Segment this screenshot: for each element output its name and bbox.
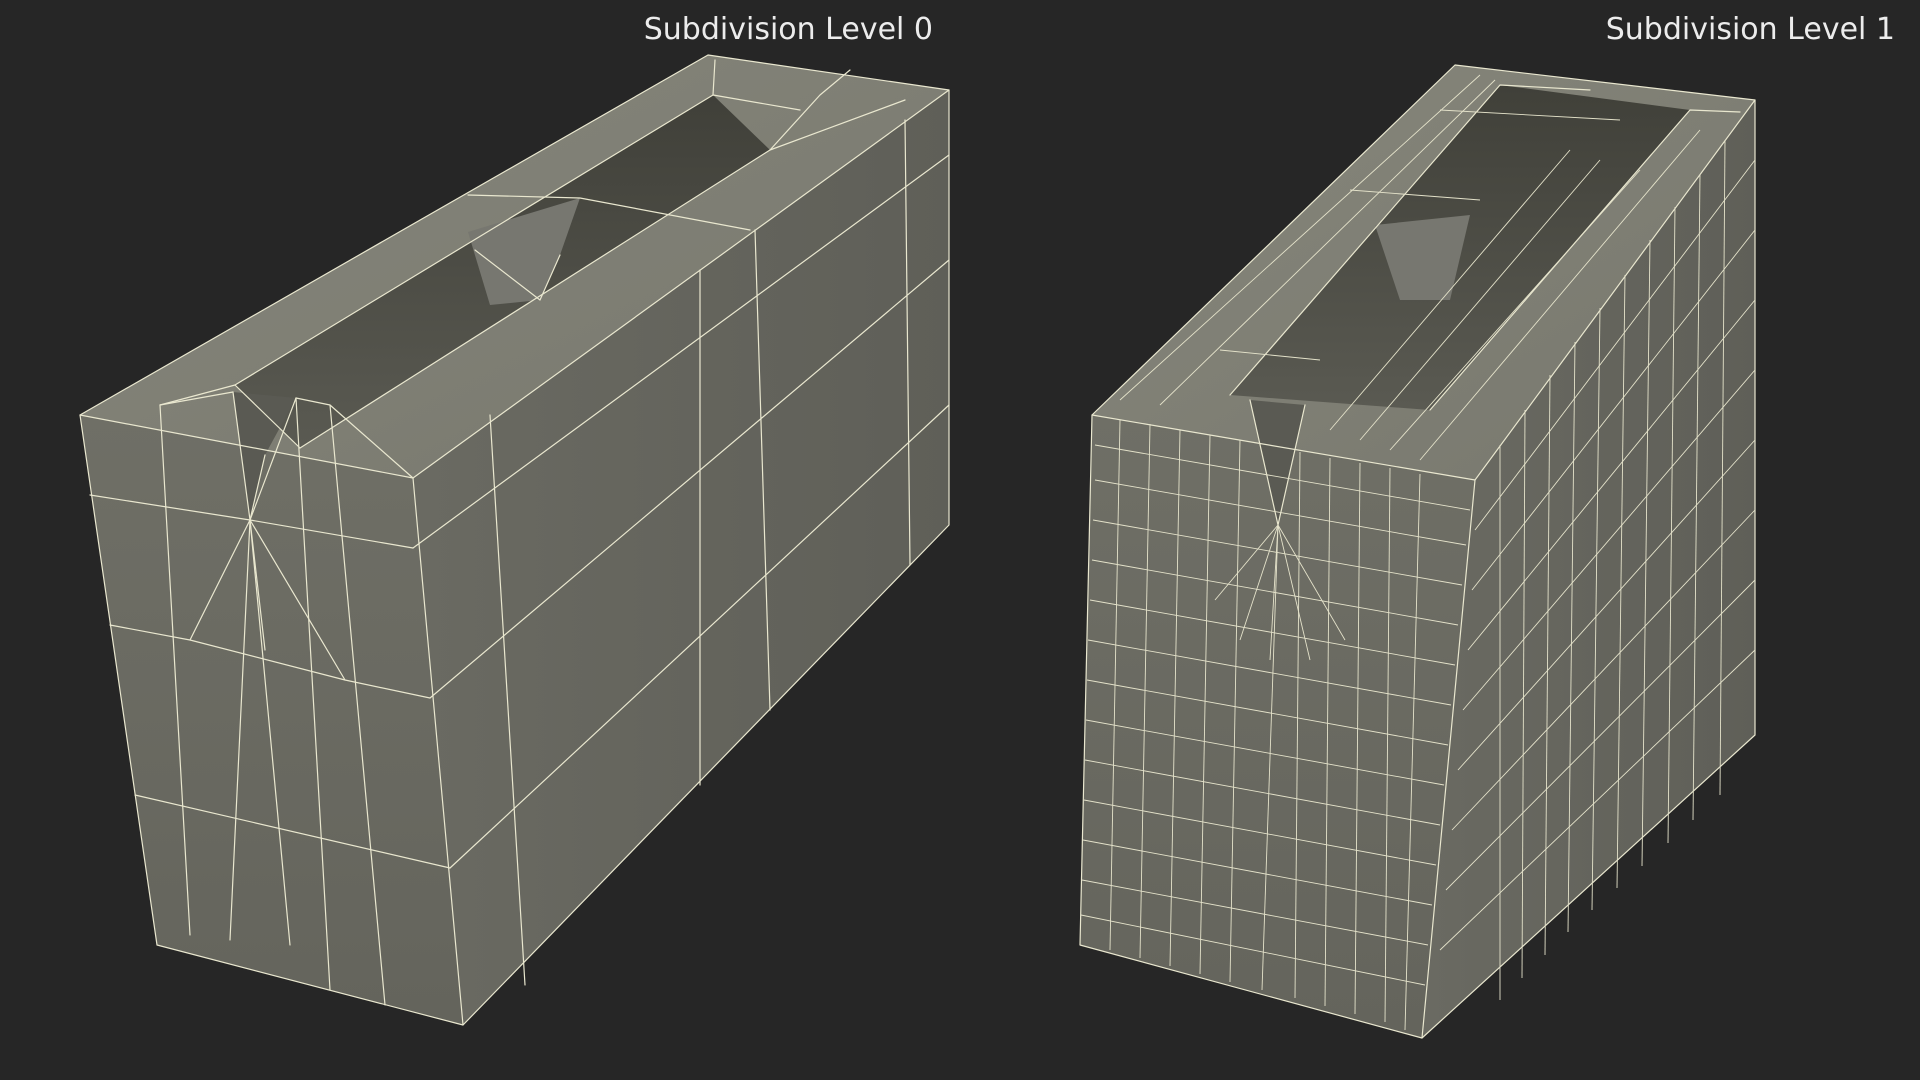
subdivision-level-1-label: Subdivision Level 1 bbox=[1605, 12, 1895, 47]
model-subdivision-level-0 bbox=[79, 54, 950, 1026]
block-front-face bbox=[80, 415, 463, 1025]
subdivision-level-0-label: Subdivision Level 0 bbox=[643, 12, 933, 47]
viewport: Subdivision Level 0 Subdivision Level 1 bbox=[0, 0, 1920, 1080]
render-canvas bbox=[79, 54, 1756, 1039]
model-subdivision-level-1 bbox=[1079, 64, 1756, 1039]
